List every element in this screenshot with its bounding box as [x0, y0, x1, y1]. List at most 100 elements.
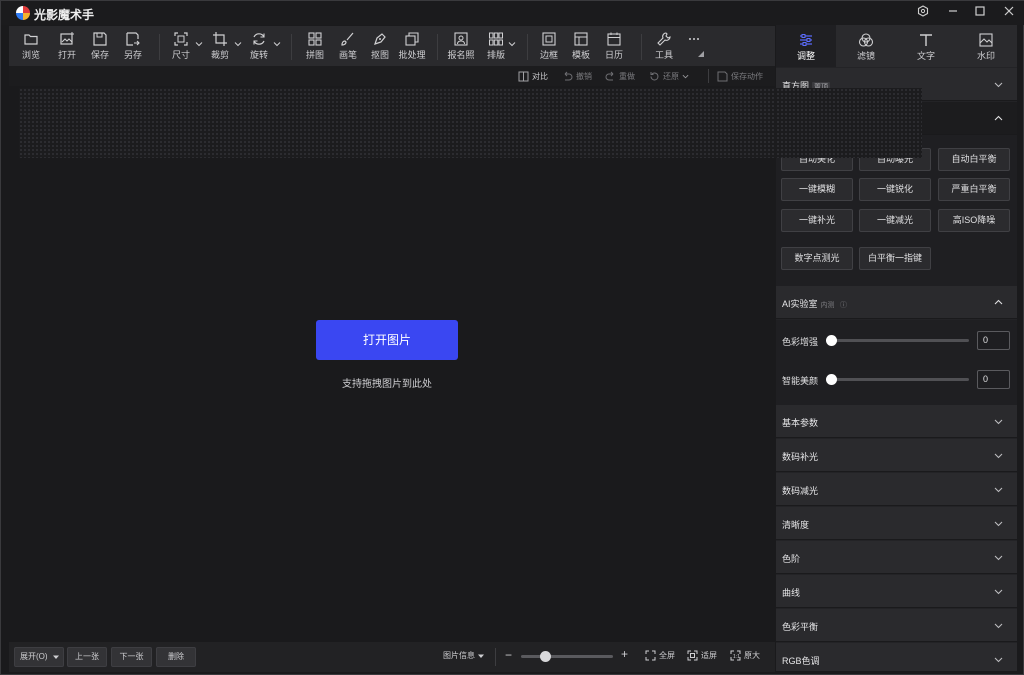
app-window: 光影魔术手 浏览 打开 保存 另存 尺寸 裁剪 旋转 拼图 画笔 抠图 批处理 …	[0, 0, 1024, 675]
compare-button[interactable]: 对比	[518, 69, 548, 83]
calendar-icon	[607, 32, 621, 46]
maximize-icon[interactable]	[970, 4, 990, 22]
undo-button[interactable]: 撤销	[562, 69, 592, 83]
chevron-down-icon	[994, 453, 1003, 459]
close-icon[interactable]	[999, 4, 1019, 22]
save-as-icon	[126, 32, 140, 46]
save-button[interactable]: 保存	[83, 29, 117, 63]
delete-button[interactable]: 删除	[156, 647, 196, 667]
section-levels[interactable]: 色阶	[776, 541, 1017, 574]
color-enhance-slider-track[interactable]	[830, 339, 969, 342]
crop-chevron-down-icon[interactable]	[234, 40, 242, 48]
tab-adjust[interactable]: 调整	[776, 25, 836, 67]
one-click-reduce-light-button[interactable]: 一键减光	[859, 209, 931, 232]
subbar-divider	[708, 69, 709, 83]
zoom-out-icon[interactable]: −	[505, 648, 512, 662]
help-circle-icon[interactable]: ⓘ	[840, 302, 847, 309]
brush-label: 画笔	[338, 50, 357, 60]
redo-icon	[605, 71, 614, 80]
fit-screen-button[interactable]: 适屏	[687, 650, 717, 661]
section-rgb-tone[interactable]: RGB色调	[776, 643, 1017, 672]
fullscreen-icon	[645, 650, 656, 661]
rotate-chevron-down-icon[interactable]	[273, 40, 281, 48]
ai-lab-title: AI实验室 内测 ⓘ	[782, 299, 848, 309]
app-logo-icon	[16, 6, 30, 20]
zoom-slider-track[interactable]	[521, 655, 613, 658]
chevron-down-icon	[994, 521, 1003, 527]
fit-screen-label: 适屏	[701, 651, 717, 660]
section-digital-fill-light[interactable]: 数码补光	[776, 439, 1017, 472]
high-iso-denoise-button[interactable]: 高ISO降噪	[938, 209, 1010, 232]
section-basic-params[interactable]: 基本参数	[776, 405, 1017, 438]
auto-white-balance-button[interactable]: 自动白平衡	[938, 148, 1010, 171]
image-info-dropdown[interactable]: 图片信息	[443, 650, 484, 661]
cutout-button[interactable]: 抠图	[363, 29, 397, 63]
batch-button[interactable]: 批处理	[395, 29, 429, 63]
watermark-image-icon	[979, 33, 993, 47]
layout-chevron-down-icon[interactable]	[508, 40, 516, 48]
id-photo-button[interactable]: 报名照	[444, 29, 478, 63]
section-color-balance[interactable]: 色彩平衡	[776, 609, 1017, 642]
section-curves[interactable]: 曲线	[776, 575, 1017, 608]
chevron-down-icon	[994, 623, 1003, 629]
open-image-button[interactable]: 打开图片	[316, 320, 458, 360]
fullscreen-button[interactable]: 全屏	[645, 650, 675, 661]
expand-corner-icon[interactable]	[698, 51, 704, 57]
template-button[interactable]: 模板	[564, 29, 598, 63]
toolbar-divider	[527, 34, 528, 60]
color-enhance-slider-handle[interactable]	[826, 335, 837, 346]
color-enhance-value-input[interactable]: 0	[977, 331, 1010, 350]
zoom-in-icon[interactable]: +	[621, 647, 628, 661]
size-button[interactable]: 尺寸	[164, 29, 198, 63]
next-image-button[interactable]: 下一张	[111, 647, 152, 667]
toolbar-divider	[437, 34, 438, 60]
original-size-button[interactable]: 1:1 原大	[730, 650, 760, 661]
ai-lab-beta-tag: 内测	[820, 302, 835, 309]
save-as-button[interactable]: 另存	[116, 29, 150, 63]
crop-label: 裁剪	[210, 50, 229, 60]
collage-button[interactable]: 拼图	[298, 29, 332, 63]
one-click-fill-light-button[interactable]: 一键补光	[781, 209, 853, 232]
chevron-up-icon	[994, 115, 1003, 121]
crop-button[interactable]: 裁剪	[203, 29, 237, 63]
expand-dropdown[interactable]: 展开(O)	[14, 647, 64, 667]
white-balance-one-touch-button[interactable]: 白平衡一指键	[859, 247, 931, 270]
calendar-button[interactable]: 日历	[597, 29, 631, 63]
section-digital-reduce-light[interactable]: 数码减光	[776, 473, 1017, 506]
redo-button[interactable]: 重做	[605, 69, 635, 83]
tab-text[interactable]: 文字	[896, 25, 956, 67]
tools-label: 工具	[654, 50, 673, 60]
strong-white-balance-button[interactable]: 严重白平衡	[938, 178, 1010, 201]
restore-chevron-down-icon[interactable]	[682, 73, 689, 80]
section-clarity[interactable]: 清晰度	[776, 507, 1017, 540]
tab-filter[interactable]: 滤镜	[836, 25, 896, 67]
save-action-label: 保存动作	[731, 71, 763, 81]
minimize-icon[interactable]	[943, 4, 963, 22]
smart-beauty-slider-handle[interactable]	[826, 374, 837, 385]
toolbar-divider	[159, 34, 160, 60]
restore-button[interactable]: 还原	[649, 69, 689, 83]
previous-image-button[interactable]: 上一张	[67, 647, 107, 667]
settings-hex-icon[interactable]	[913, 4, 933, 22]
save-action-button[interactable]: 保存动作	[717, 69, 763, 83]
tab-watermark[interactable]: 水印	[956, 25, 1016, 67]
rotate-button[interactable]: 旋转	[242, 29, 276, 63]
border-button[interactable]: 边框	[532, 29, 566, 63]
one-click-blur-button[interactable]: 一键模糊	[781, 178, 853, 201]
size-chevron-down-icon[interactable]	[195, 40, 203, 48]
ai-lab-section[interactable]: AI实验室 内测 ⓘ	[776, 286, 1017, 319]
one-click-sharpen-button[interactable]: 一键锐化	[859, 178, 931, 201]
save-icon	[93, 32, 107, 46]
more-button[interactable]	[677, 29, 711, 63]
browse-button[interactable]: 浏览	[14, 29, 48, 63]
smart-beauty-value-input[interactable]: 0	[977, 370, 1010, 389]
open-button[interactable]: 打开	[50, 29, 84, 63]
digital-spot-metering-button[interactable]: 数字点测光	[781, 247, 853, 270]
image-canvas[interactable]	[9, 86, 775, 642]
size-label: 尺寸	[171, 50, 190, 60]
border-label: 边框	[539, 50, 558, 60]
section-label: 数码补光	[782, 452, 819, 462]
brush-button[interactable]: 画笔	[331, 29, 365, 63]
tools-button[interactable]: 工具	[647, 29, 681, 63]
smart-beauty-slider-track[interactable]	[830, 378, 969, 381]
